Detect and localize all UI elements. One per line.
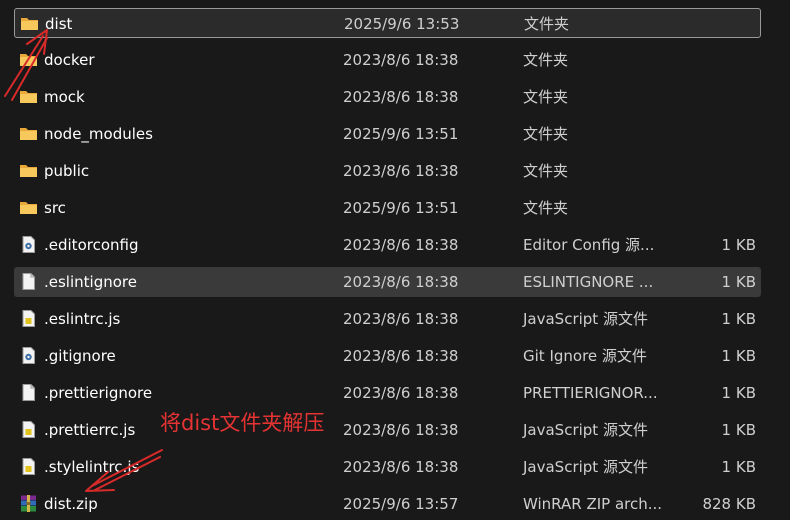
file-row-mock[interactable]: mock 2023/8/6 18:38 文件夹 [14,82,761,112]
file-name: dist [45,15,73,33]
file-date: 2023/8/6 18:38 [343,384,459,402]
file-size: 1 KB [721,458,756,476]
file-date: 2025/9/6 13:51 [343,199,459,217]
folder-icon [19,125,38,142]
file-type: 文件夹 [523,51,569,69]
folder-icon [20,15,39,32]
file-date: 2023/8/6 18:38 [343,273,459,291]
file-row-editorconfig[interactable]: .editorconfig 2023/8/6 18:38 Editor Conf… [14,230,761,260]
file-date: 2023/8/6 18:38 [343,347,459,365]
file-type: 文件夹 [523,125,569,143]
gear-file-icon [19,347,38,364]
file-name: .eslintrc.js [44,310,121,328]
file-icon [19,273,38,290]
folder-icon [19,88,38,105]
file-row-prettierrc[interactable]: .prettierrc.js 2023/8/6 18:38 JavaScript… [14,415,761,445]
file-row-gitignore[interactable]: .gitignore 2023/8/6 18:38 Git Ignore 源文件… [14,341,761,371]
file-type: JavaScript 源文件 [523,421,648,439]
file-name: .eslintignore [44,273,137,291]
file-type: JavaScript 源文件 [523,310,648,328]
js-file-icon [19,421,38,438]
file-date: 2023/8/6 18:38 [343,51,459,69]
file-name: src [44,199,66,217]
js-file-icon [19,458,38,475]
file-type: Git Ignore 源文件 [523,347,647,365]
file-row-dist-zip[interactable]: dist.zip 2025/9/6 13:57 WinRAR ZIP arch.… [14,489,761,519]
file-name: public [44,162,90,180]
file-row-dist[interactable]: dist 2025/9/6 13:53 文件夹 [14,8,761,38]
file-size: 1 KB [721,421,756,439]
file-type: WinRAR ZIP arch... [523,495,663,513]
file-name: dist.zip [44,495,98,513]
file-type: ESLINTIGNORE ... [523,273,654,291]
file-date: 2023/8/6 18:38 [343,162,459,180]
file-name: node_modules [44,125,153,143]
file-size: 1 KB [721,310,756,328]
file-size: 1 KB [721,347,756,365]
file-row-public[interactable]: public 2023/8/6 18:38 文件夹 [14,156,761,186]
file-name: docker [44,51,95,69]
file-name: .gitignore [44,347,116,365]
file-type: 文件夹 [523,162,569,180]
file-date: 2023/8/6 18:38 [343,88,459,106]
file-type: 文件夹 [523,88,569,106]
file-name: .prettierrc.js [44,421,136,439]
file-row-node-modules[interactable]: node_modules 2025/9/6 13:51 文件夹 [14,119,761,149]
annotation-label: 将dist文件夹解压 [160,411,325,435]
file-date: 2023/8/6 18:38 [343,421,459,439]
file-size: 1 KB [721,236,756,254]
file-date: 2025/9/6 13:57 [343,495,459,513]
js-file-icon [19,310,38,327]
file-type: 文件夹 [523,199,569,217]
file-type: Editor Config 源... [523,236,655,254]
file-row-src[interactable]: src 2025/9/6 13:51 文件夹 [14,193,761,223]
file-date: 2025/9/6 13:53 [344,15,460,33]
file-row-docker[interactable]: docker 2023/8/6 18:38 文件夹 [14,45,761,75]
file-size: 1 KB [721,273,756,291]
folder-icon [19,51,38,68]
file-type: 文件夹 [524,15,570,33]
file-row-eslintignore[interactable]: .eslintignore 2023/8/6 18:38 ESLINTIGNOR… [14,267,761,297]
folder-icon [19,162,38,179]
winrar-archive-icon [19,495,38,512]
file-date: 2025/9/6 13:51 [343,125,459,143]
file-size: 1 KB [721,384,756,402]
file-row-prettierignore[interactable]: .prettierignore 2023/8/6 18:38 PRETTIERI… [14,378,761,408]
file-date: 2023/8/6 18:38 [343,458,459,476]
file-name: .editorconfig [44,236,139,254]
file-type: JavaScript 源文件 [523,458,648,476]
file-size: 828 KB [702,495,756,513]
file-name: .prettierignore [44,384,153,402]
file-icon [19,384,38,401]
file-date: 2023/8/6 18:38 [343,236,459,254]
file-type: PRETTIERIGNOR... [523,384,658,402]
gear-file-icon [19,236,38,253]
file-row-stylelintrc[interactable]: .stylelintrc.js 2023/8/6 18:38 JavaScrip… [14,452,761,482]
file-row-eslintrc[interactable]: .eslintrc.js 2023/8/6 18:38 JavaScript 源… [14,304,761,334]
folder-icon [19,199,38,216]
file-date: 2023/8/6 18:38 [343,310,459,328]
file-name: .stylelintrc.js [44,458,140,476]
file-name: mock [44,88,85,106]
